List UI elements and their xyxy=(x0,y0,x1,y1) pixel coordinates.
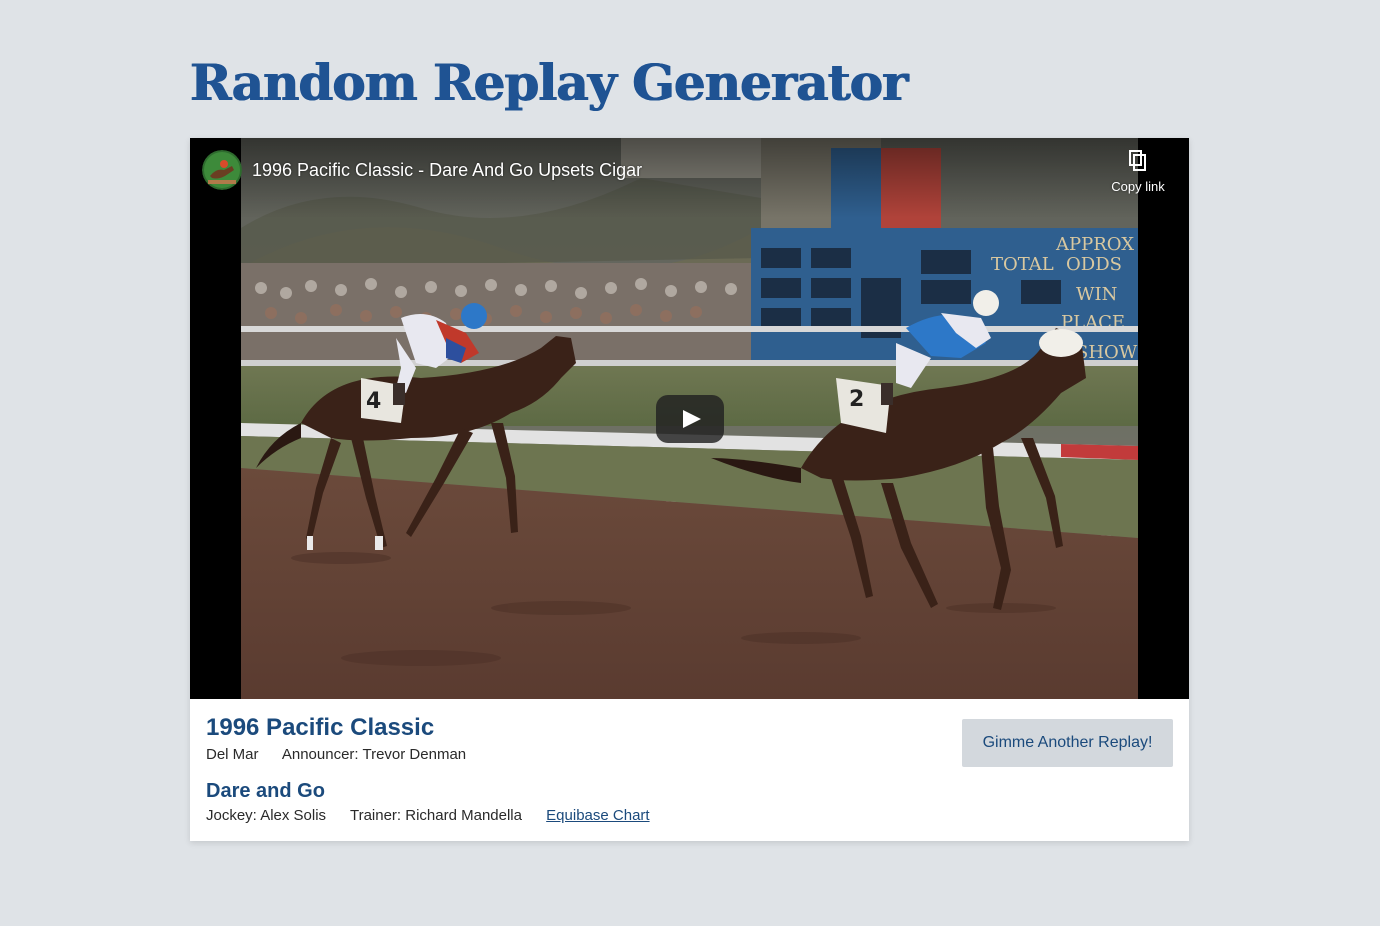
page-title: Random Replay Generator xyxy=(190,53,908,112)
winner-meta: Jockey: Alex Solis Trainer: Richard Mand… xyxy=(206,807,650,824)
race-announcer: Announcer: Trevor Denman xyxy=(281,746,467,763)
winner-jockey: Jockey: Alex Solis xyxy=(206,807,327,824)
replay-card: TOTAL APPROX ODDS WIN PLACE SHOW 4 2 199… xyxy=(190,138,1189,841)
svg-text:4: 4 xyxy=(366,389,381,414)
video-player[interactable]: TOTAL APPROX ODDS WIN PLACE SHOW 4 2 199… xyxy=(190,138,1189,699)
video-title-link[interactable]: 1996 Pacific Classic - Dare And Go Upset… xyxy=(252,160,642,181)
copy-link-label: Copy link xyxy=(1111,179,1165,194)
equibase-chart-link[interactable]: Equibase Chart xyxy=(546,807,649,824)
copy-link-button[interactable]: Copy link xyxy=(1107,150,1169,196)
svg-text:2: 2 xyxy=(849,387,864,412)
svg-text:ODDS: ODDS xyxy=(1066,254,1122,275)
svg-text:SHOW: SHOW xyxy=(1076,342,1138,363)
svg-text:APPROX: APPROX xyxy=(1055,234,1134,255)
winner-name: Dare and Go xyxy=(206,780,325,802)
svg-text:TOTAL: TOTAL xyxy=(991,254,1054,275)
race-meta: Del Mar Announcer: Trevor Denman xyxy=(206,746,486,763)
winner-trainer: Trainer: Richard Mandella xyxy=(349,807,522,824)
play-button[interactable] xyxy=(656,395,724,443)
race-track: Del Mar xyxy=(206,746,259,763)
race-name: 1996 Pacific Classic xyxy=(206,714,435,741)
play-icon xyxy=(683,410,701,428)
svg-text:WIN: WIN xyxy=(1076,284,1117,305)
race-info: 1996 Pacific Classic Del Mar Announcer: … xyxy=(190,699,1189,841)
another-replay-button[interactable]: Gimme Another Replay! xyxy=(962,719,1173,767)
channel-avatar-icon[interactable] xyxy=(202,150,242,190)
copy-icon xyxy=(1129,150,1146,171)
